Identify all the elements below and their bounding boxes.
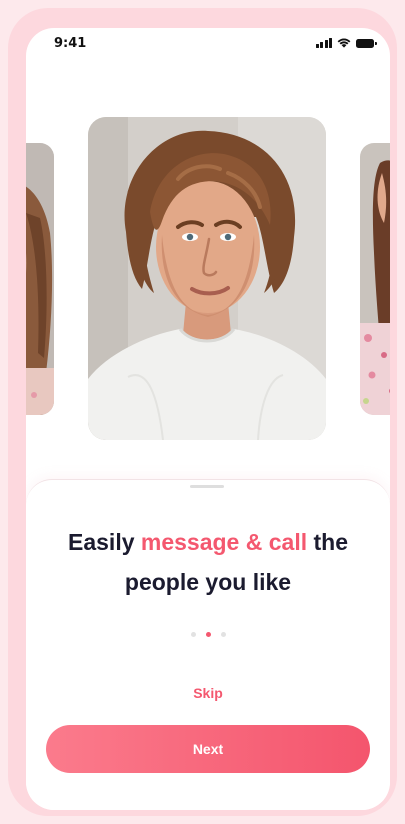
onboarding-screen: 9:41 Easily message & call the people yo… (26, 28, 390, 810)
page-dot-3[interactable] (220, 632, 226, 637)
device-frame: 9:41 Easily message & call the people yo… (8, 8, 397, 816)
profile-photo-main[interactable] (88, 117, 326, 440)
next-button[interactable]: Next (46, 725, 370, 773)
onboarding-sheet: Easily message & call the people you lik… (26, 479, 390, 810)
man-portrait-image (88, 117, 326, 440)
woman-floral-image (360, 143, 390, 415)
headline-text-end: the (307, 529, 348, 555)
sheet-drag-handle[interactable] (190, 485, 224, 488)
headline-text-start: Easily (68, 529, 141, 555)
profile-photo-left[interactable] (26, 143, 54, 415)
page-dot-2-active[interactable] (205, 632, 211, 637)
headline-line-two: people you like (124, 569, 292, 595)
page-indicator (26, 632, 390, 637)
photo-carousel[interactable] (26, 28, 390, 488)
onboarding-headline: Easily message & call the people you lik… (26, 522, 390, 602)
skip-button[interactable]: Skip (168, 681, 248, 705)
woman-portrait-image (26, 143, 54, 415)
profile-photo-right[interactable] (360, 143, 390, 415)
page-dot-1[interactable] (190, 632, 196, 637)
headline-highlight: message & call (140, 529, 308, 555)
